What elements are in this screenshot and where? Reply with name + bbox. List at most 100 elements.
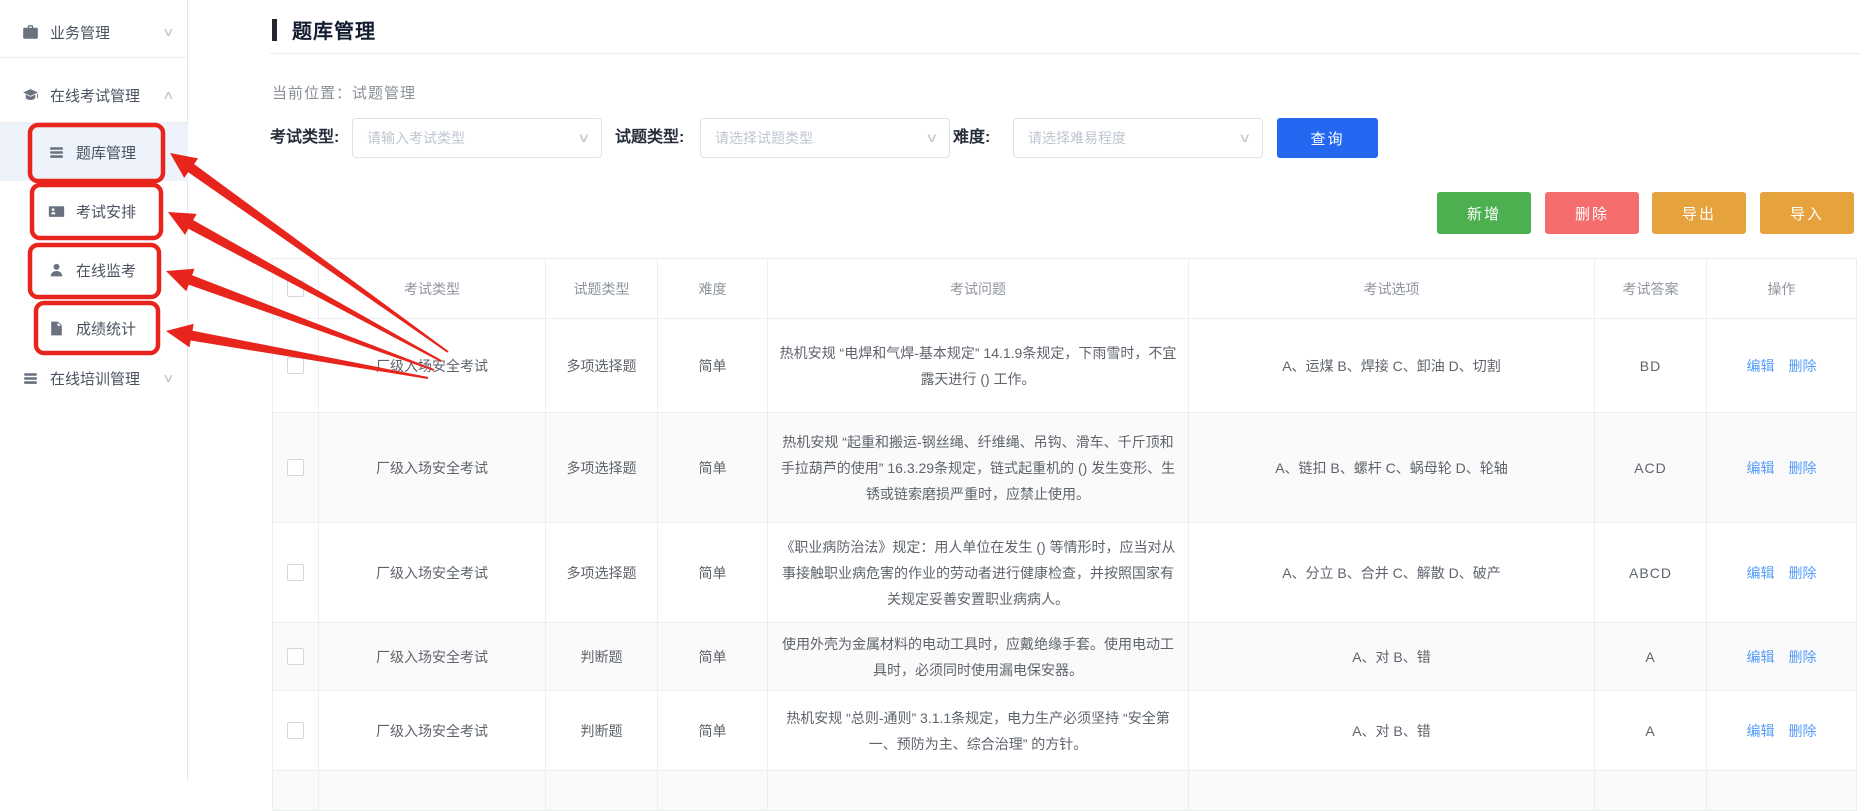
answer-cell: A <box>1595 691 1707 771</box>
row-edit-link[interactable]: 编辑 <box>1747 649 1775 665</box>
row-delete-link[interactable]: 删除 <box>1789 460 1817 476</box>
question-cell: 热机安规 “起重和搬运-钢丝绳、纤维绳、吊钩、滑车、千斤顶和手拉葫芦的使用” 1… <box>768 413 1189 523</box>
document-icon <box>48 320 65 337</box>
list-icon <box>48 144 65 161</box>
column-header-question-type: 试题类型 <box>546 259 658 319</box>
table-cell-empty <box>1595 771 1707 811</box>
chevron-down-icon: ∨ <box>578 130 591 146</box>
table-row: 厂级入场安全考试 判断题 简单 使用外壳为金属材料的电动工具时，应戴绝缘手套。使… <box>273 623 1857 691</box>
exam-type-label: 考试类型: <box>270 118 339 158</box>
table-cell-empty <box>273 771 319 811</box>
row-edit-link[interactable]: 编辑 <box>1747 723 1775 739</box>
difficulty-cell: 简单 <box>658 623 768 691</box>
row-checkbox-cell <box>273 319 319 413</box>
table-header-row: 考试类型 试题类型 难度 考试问题 考试选项 考试答案 操作 <box>273 259 1857 319</box>
page-title-text: 题库管理 <box>292 15 376 44</box>
row-checkbox-cell <box>273 523 319 623</box>
table-row: 厂级入场安全考试 多项选择题 简单 《职业病防治法》规定：用人单位在发生 () … <box>273 523 1857 623</box>
exam-type-placeholder: 请输入考试类型 <box>367 128 465 148</box>
difficulty-cell: 简单 <box>658 523 768 623</box>
sidebar-item-business-management[interactable]: 业务管理 ∨ <box>0 6 188 58</box>
row-checkbox[interactable] <box>287 564 304 581</box>
row-delete-link[interactable]: 删除 <box>1789 358 1817 374</box>
column-header-exam-type: 考试类型 <box>319 259 546 319</box>
question-cell: 《职业病防治法》规定：用人单位在发生 () 等情形时，应当对从事接触职业病危害的… <box>768 523 1189 623</box>
question-cell: 热机安规 “总则-通则” 3.1.1条规定，电力生产必须坚持 “安全第一、预防为… <box>768 691 1189 771</box>
exam-type-cell: 厂级入场安全考试 <box>319 623 546 691</box>
table-cell-empty <box>658 771 768 811</box>
sidebar-item-label: 业务管理 <box>50 22 110 43</box>
delete-button[interactable]: 删除 <box>1545 192 1639 234</box>
sidebar: 业务管理 ∨ 在线考试管理 ∧ 题库管理 考试安排 在线监考 成绩统计 <box>0 0 188 781</box>
table-cell-empty <box>546 771 658 811</box>
actions-cell: 编辑删除 <box>1707 319 1857 413</box>
select-all-cell <box>273 259 319 319</box>
header-divider <box>270 53 1860 54</box>
row-delete-link[interactable]: 删除 <box>1789 723 1817 739</box>
row-checkbox-cell <box>273 691 319 771</box>
exam-type-cell: 厂级入场安全考试 <box>319 691 546 771</box>
question-type-label: 试题类型: <box>615 118 684 158</box>
answer-cell: ACD <box>1595 413 1707 523</box>
row-checkbox[interactable] <box>287 722 304 739</box>
sidebar-item-score-statistics[interactable]: 成绩统计 <box>0 299 188 357</box>
row-edit-link[interactable]: 编辑 <box>1747 358 1775 374</box>
id-card-icon <box>48 203 65 220</box>
table-cell-empty <box>768 771 1189 811</box>
briefcase-icon <box>22 24 39 41</box>
exam-type-select[interactable]: 请输入考试类型 ∨ <box>352 118 602 158</box>
row-checkbox[interactable] <box>287 357 304 374</box>
sidebar-item-label: 在线培训管理 <box>50 368 140 389</box>
sidebar-item-online-proctoring[interactable]: 在线监考 <box>0 241 188 299</box>
row-checkbox-cell <box>273 623 319 691</box>
table-cell-empty <box>319 771 546 811</box>
options-cell: A、链扣 B、螺杆 C、蜗母轮 D、轮轴 <box>1189 413 1595 523</box>
column-header-options: 考试选项 <box>1189 259 1595 319</box>
column-header-actions: 操作 <box>1707 259 1857 319</box>
question-type-cell: 多项选择题 <box>546 413 658 523</box>
question-type-cell: 多项选择题 <box>546 319 658 413</box>
row-delete-link[interactable]: 删除 <box>1789 565 1817 581</box>
difficulty-select[interactable]: 请选择难易程度 ∨ <box>1013 118 1263 158</box>
sidebar-item-label: 在线考试管理 <box>50 85 140 106</box>
exam-type-cell: 厂级入场安全考试 <box>319 523 546 623</box>
sidebar-item-online-exam-management[interactable]: 在线考试管理 ∧ <box>0 69 188 121</box>
question-type-cell: 判断题 <box>546 623 658 691</box>
chevron-down-icon: ∨ <box>162 25 174 39</box>
page-title: 题库管理 <box>272 15 376 44</box>
sidebar-item-exam-schedule[interactable]: 考试安排 <box>0 182 188 240</box>
question-type-select[interactable]: 请选择试题类型 ∨ <box>700 118 950 158</box>
question-type-cell: 多项选择题 <box>546 523 658 623</box>
select-all-checkbox[interactable] <box>287 280 304 297</box>
breadcrumb: 当前位置：试题管理 <box>272 82 416 103</box>
import-button[interactable]: 导入 <box>1760 192 1854 234</box>
answer-cell: A <box>1595 623 1707 691</box>
answer-cell: ABCD <box>1595 523 1707 623</box>
chevron-up-icon: ∧ <box>162 88 174 102</box>
chevron-down-icon: ∨ <box>162 371 174 385</box>
row-checkbox[interactable] <box>287 648 304 665</box>
exam-type-cell: 厂级入场安全考试 <box>319 413 546 523</box>
chevron-down-icon: ∨ <box>926 130 939 146</box>
row-delete-link[interactable]: 删除 <box>1789 649 1817 665</box>
row-edit-link[interactable]: 编辑 <box>1747 460 1775 476</box>
question-table: 考试类型 试题类型 难度 考试问题 考试选项 考试答案 操作 厂级入场安全考试 … <box>272 258 1857 811</box>
difficulty-cell: 简单 <box>658 691 768 771</box>
query-button[interactable]: 查询 <box>1277 118 1378 158</box>
question-cell: 热机安规 “电焊和气焊-基本规定” 14.1.9条规定，下雨雪时，不宜露天进行 … <box>768 319 1189 413</box>
graduation-cap-icon <box>22 87 39 104</box>
row-checkbox[interactable] <box>287 459 304 476</box>
table-row: 厂级入场安全考试 判断题 简单 热机安规 “总则-通则” 3.1.1条规定，电力… <box>273 691 1857 771</box>
table-row-partial <box>273 771 1857 811</box>
sidebar-item-question-bank[interactable]: 题库管理 <box>0 123 188 181</box>
add-button[interactable]: 新增 <box>1437 192 1531 234</box>
table-row: 厂级入场安全考试 多项选择题 简单 热机安规 “起重和搬运-钢丝绳、纤维绳、吊钩… <box>273 413 1857 523</box>
chevron-down-icon: ∨ <box>1239 130 1252 146</box>
actions-cell: 编辑删除 <box>1707 691 1857 771</box>
sidebar-item-online-training-management[interactable]: 在线培训管理 ∨ <box>0 352 188 404</box>
server-icon <box>22 370 39 387</box>
export-button[interactable]: 导出 <box>1652 192 1746 234</box>
sidebar-item-label: 考试安排 <box>76 201 136 222</box>
row-edit-link[interactable]: 编辑 <box>1747 565 1775 581</box>
question-type-placeholder: 请选择试题类型 <box>715 128 813 148</box>
